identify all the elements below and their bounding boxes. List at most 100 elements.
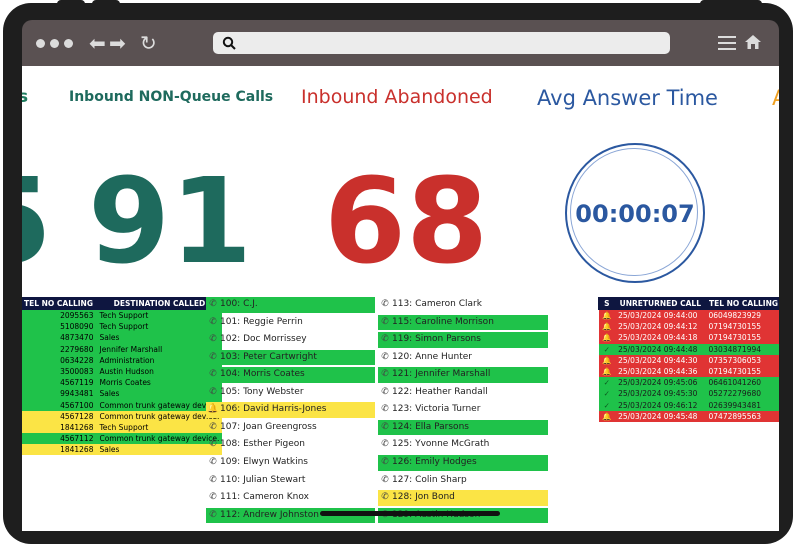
- phone-icon: ✆: [381, 369, 389, 380]
- extension-label: 109: Elwyn Watkins: [220, 456, 308, 467]
- phone-icon: ✆: [209, 492, 217, 503]
- menu-icon[interactable]: [718, 36, 736, 54]
- phone-icon: ✆: [381, 456, 389, 467]
- cell-destination: Tech Support: [96, 321, 223, 333]
- table-row: 5108090 Tech Support: [22, 321, 223, 333]
- phone-icon: ✆: [381, 316, 389, 327]
- phone-icon: ✆: [381, 492, 389, 503]
- dashboard-screen: s Inbound NON-Queue Calls Inbound Abando…: [22, 66, 779, 531]
- cell-tel: 9943481: [22, 388, 97, 400]
- extension-label: 128: Jon Bond: [392, 492, 455, 503]
- cell-destination: Common trunk gateway device.: [96, 433, 223, 445]
- cell-destination: Sales: [96, 444, 223, 456]
- avg-answer-value: 00:00:07: [575, 200, 695, 228]
- column-header-status: S: [598, 297, 616, 310]
- bell-icon: 🔔: [598, 365, 616, 378]
- phone-icon: ✆: [381, 334, 389, 345]
- table-row: 4567100 Common trunk gateway device.: [22, 399, 223, 411]
- cell-tel-calling: 02639943481: [705, 399, 779, 411]
- forward-arrow-icon[interactable]: ➡: [109, 31, 126, 55]
- extension-row[interactable]: ✆ 126: Emily Hodges: [378, 454, 548, 471]
- extension-row[interactable]: ✆ 124: Ella Parsons: [378, 419, 548, 436]
- phone-icon: ✆: [209, 316, 217, 327]
- extension-row[interactable]: ✆ 120: Anne Hunter: [378, 350, 548, 366]
- cell-destination: Tech Support: [96, 309, 223, 322]
- extension-label: 125: Yvonne McGrath: [392, 439, 490, 450]
- extension-row[interactable]: ✆ 110: Julian Stewart: [206, 473, 375, 489]
- extension-row[interactable]: ✆ 100: C.J.: [206, 297, 375, 313]
- extension-row[interactable]: ✆ 115: Caroline Morrison: [378, 314, 548, 331]
- extension-row[interactable]: ✆ 109: Elwyn Watkins: [206, 455, 375, 471]
- cell-tel: 4873470: [22, 332, 97, 344]
- check-icon: ✓: [598, 377, 616, 389]
- extension-row[interactable]: ✆ 119: Simon Parsons: [378, 332, 548, 348]
- extension-row[interactable]: ✆ 128: Jon Bond: [378, 490, 548, 506]
- extension-label: 100: C.J.: [220, 299, 258, 309]
- home-icon[interactable]: [744, 33, 762, 51]
- extension-label: 127: Colin Sharp: [392, 474, 467, 485]
- extension-row[interactable]: ✆ 107: Joan Greengross: [206, 420, 375, 436]
- table-row: 🔔 25/03/2024 09:44:36 07194730155: [598, 365, 779, 378]
- phone-icon: ✆: [381, 299, 389, 309]
- extension-row[interactable]: ✆ 121: Jennifer Marshall: [378, 367, 548, 383]
- search-icon: [222, 36, 236, 50]
- cell-tel-calling: 07194730155: [705, 321, 779, 333]
- cell-tel: 2279680: [22, 343, 97, 355]
- extension-label: 110: Julian Stewart: [220, 474, 306, 485]
- extension-row[interactable]: ✆ 103: Peter Cartwright: [206, 349, 375, 366]
- cell-destination: Austin Hudson: [96, 365, 223, 378]
- extension-row[interactable]: ✆ 122: Heather Randall: [378, 385, 548, 401]
- cell-tel: 4567100: [22, 399, 97, 411]
- table-row: 🔔 25/03/2024 09:44:30 07357306053: [598, 354, 779, 366]
- cell-tel: 4567119: [22, 377, 97, 389]
- extension-label: 104: Morris Coates: [220, 369, 305, 380]
- cell-destination: Common trunk gateway device.: [96, 410, 223, 422]
- table-row: 0634228 Administration: [22, 354, 223, 366]
- phone-icon: ✆: [381, 474, 389, 485]
- window-dot: [64, 39, 73, 48]
- reload-icon[interactable]: ↻: [140, 31, 157, 55]
- home-indicator[interactable]: [320, 511, 500, 516]
- extension-row[interactable]: ✆ 105: Tony Webster: [206, 385, 375, 401]
- extension-row[interactable]: ✆ 104: Morris Coates: [206, 367, 375, 383]
- table-row: ✓ 25/03/2024 09:44:48 03034871994: [598, 343, 779, 355]
- cell-destination: Jennifer Marshall: [96, 343, 223, 355]
- table-row: 🔔 25/03/2024 09:44:12 07194730155: [598, 321, 779, 333]
- extension-row[interactable]: ✆ 125: Yvonne McGrath: [378, 437, 548, 453]
- cell-tel-calling: 03034871994: [705, 343, 779, 355]
- extension-row[interactable]: ✆ 123: Victoria Turner: [378, 402, 548, 418]
- phone-icon: ✆: [209, 369, 217, 380]
- window-dot: [36, 39, 45, 48]
- extension-row[interactable]: ✆ 111: Cameron Knox: [206, 490, 375, 506]
- extension-row[interactable]: ✆ 127: Colin Sharp: [378, 473, 548, 489]
- extension-row[interactable]: ✆ 101: Reggie Perrin: [206, 315, 375, 331]
- phone-icon: ✆: [209, 456, 217, 467]
- extension-row[interactable]: ✆ 102: Doc Morrissey: [206, 332, 375, 348]
- phone-icon: ✆: [381, 404, 389, 415]
- extension-row[interactable]: ✆ 113: Cameron Clark: [378, 297, 548, 313]
- phone-icon: ✆: [381, 421, 389, 432]
- extension-row[interactable]: ✆ 108: Esther Pigeon: [206, 437, 375, 453]
- cell-destination: Morris Coates: [96, 377, 223, 389]
- table-row: ✓ 25/03/2024 09:46:12 02639943481: [598, 399, 779, 411]
- back-arrow-icon[interactable]: ⬅: [89, 31, 106, 55]
- extension-label: 112: Andrew Johnston: [220, 509, 319, 520]
- cell-unreturned-time: 25/03/2024 09:45:06: [615, 377, 706, 389]
- table-row: 4567119 Morris Coates: [22, 377, 223, 389]
- extension-label: 120: Anne Hunter: [392, 351, 472, 362]
- cell-destination: Sales: [96, 388, 223, 400]
- kpi-label-nonqueue: Inbound NON-Queue Calls: [69, 89, 274, 105]
- bell-icon: 🔔: [598, 332, 616, 344]
- extension-row[interactable]: 🔔106: David Harris-Jones: [206, 402, 375, 418]
- column-header-tel: TEL NO CALLING: [22, 297, 97, 310]
- unreturned-calls-table: S UNRETURNED CALL TEL NO CALLING 🔔 25/03/…: [598, 297, 779, 422]
- table-row: 4567128 Common trunk gateway device.: [22, 410, 223, 422]
- table-row: 🔔 25/03/2024 09:44:00 06049823929: [598, 309, 779, 322]
- table-row: 4873470 Sales: [22, 332, 223, 344]
- bell-icon: 🔔: [207, 404, 219, 415]
- bell-icon: 🔔: [598, 309, 616, 322]
- address-bar[interactable]: [213, 32, 670, 54]
- extension-label: 122: Heather Randall: [392, 386, 488, 397]
- extension-label: 121: Jennifer Marshall: [392, 369, 491, 380]
- extension-label: 126: Emily Hodges: [392, 456, 477, 467]
